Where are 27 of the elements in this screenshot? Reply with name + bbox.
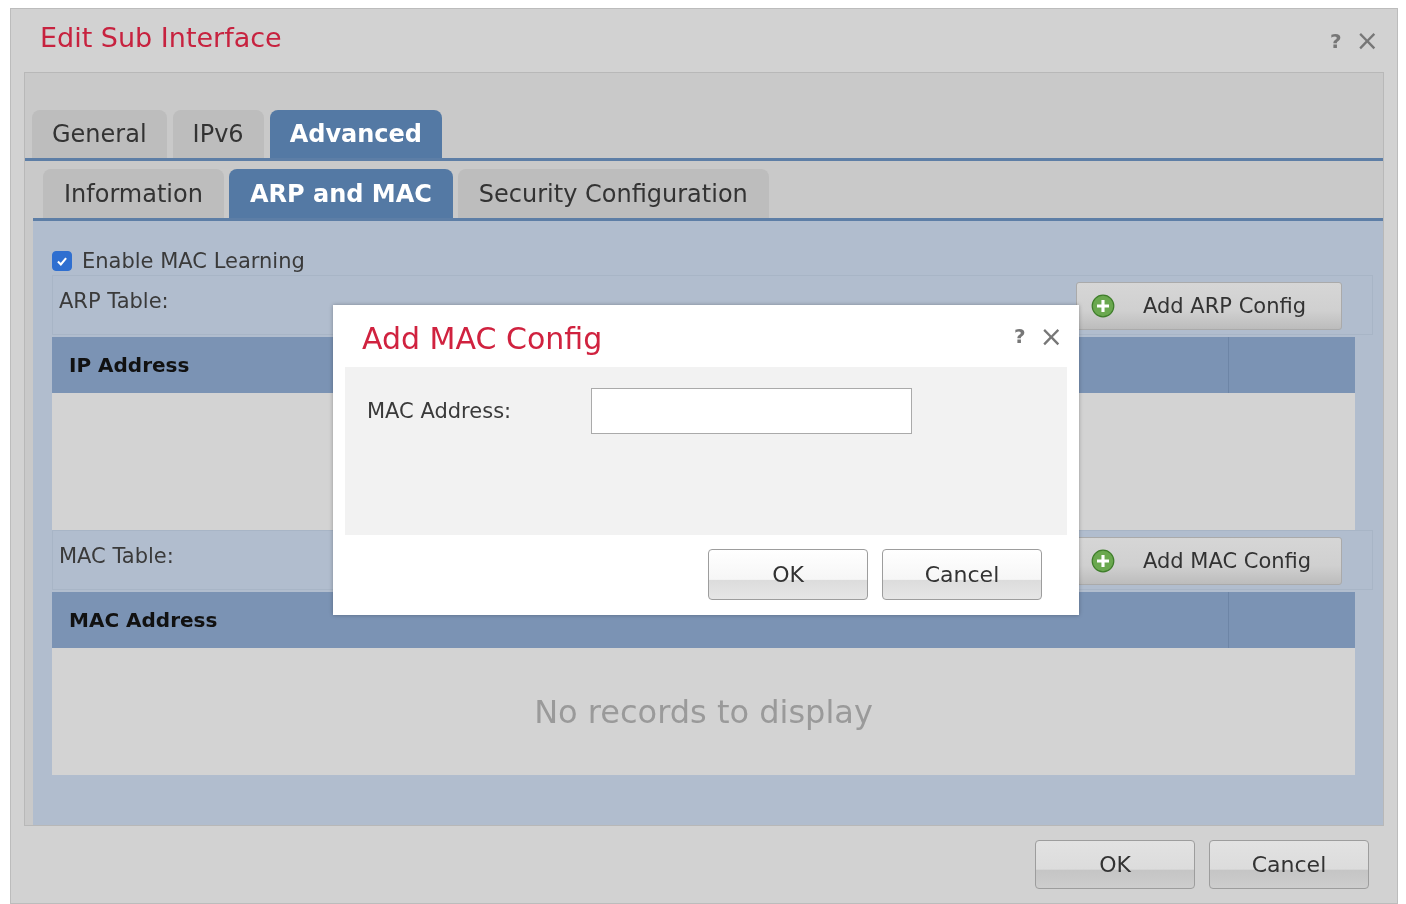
field-label: MAC Address: xyxy=(367,399,513,423)
close-button[interactable]: × xyxy=(1039,319,1063,353)
plus-icon xyxy=(1091,294,1115,318)
column-header: MAC Address xyxy=(68,608,219,632)
empty-message: No records to display xyxy=(534,692,873,731)
checkbox-label: Enable MAC Learning xyxy=(82,249,305,273)
ok-button[interactable]: OK xyxy=(708,549,868,600)
column-header: IP Address xyxy=(68,353,191,377)
checkbox[interactable] xyxy=(52,251,72,271)
dialog-title: Edit Sub Interface xyxy=(40,22,282,53)
add-button[interactable]: Add ARP Config xyxy=(1076,282,1342,330)
section-label: ARP Table: xyxy=(59,289,169,313)
section-label: MAC Table: xyxy=(59,544,174,568)
sub-tab[interactable]: Information xyxy=(43,169,224,218)
tab[interactable]: General xyxy=(32,110,167,158)
tab[interactable]: IPv6 xyxy=(172,110,264,158)
cancel-button[interactable]: Cancel xyxy=(1209,840,1369,889)
tab[interactable]: Advanced xyxy=(269,110,442,158)
cancel-button[interactable]: Cancel xyxy=(882,549,1042,600)
ok-button[interactable]: OK xyxy=(1035,840,1195,889)
mac-address-field[interactable] xyxy=(591,388,912,434)
sub-tab[interactable]: ARP and MAC xyxy=(228,169,453,218)
modal-title: Add MAC Config xyxy=(362,320,603,356)
sub-tab[interactable]: Security Configuration xyxy=(457,169,769,218)
plus-icon xyxy=(1091,549,1115,573)
help-button[interactable]: ? xyxy=(1013,324,1026,348)
add-button[interactable]: Add MAC Config xyxy=(1076,537,1342,585)
